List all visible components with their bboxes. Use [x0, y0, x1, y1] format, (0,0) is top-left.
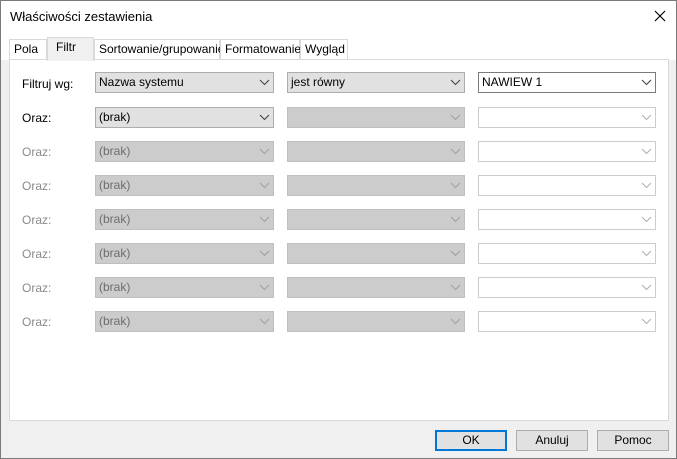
tab-pola[interactable]: Pola: [9, 39, 47, 60]
operator-select[interactable]: [287, 175, 465, 196]
tab-sortowanie[interactable]: Sortowanie/grupowanie: [94, 39, 224, 60]
operator-select[interactable]: [287, 209, 465, 230]
field-value: (brak): [99, 212, 131, 226]
chevron-down-icon: [641, 216, 652, 223]
chevron-down-icon: [450, 182, 461, 189]
chevron-down-icon: [450, 318, 461, 325]
chevron-down-icon: [641, 318, 652, 325]
filter-row-label: Oraz:: [22, 213, 52, 227]
field-select[interactable]: (brak): [95, 107, 274, 128]
chevron-down-icon: [641, 114, 652, 121]
value-select[interactable]: [478, 141, 656, 162]
cancel-button[interactable]: Anuluj: [516, 430, 588, 451]
field-value: (brak): [99, 178, 131, 192]
chevron-down-icon: [450, 79, 461, 86]
field-select[interactable]: (brak): [95, 175, 274, 196]
chevron-down-icon: [641, 284, 652, 291]
chevron-down-icon: [259, 182, 270, 189]
field-value: (brak): [99, 246, 131, 260]
button-bar: OK Anuluj Pomoc: [1, 421, 676, 458]
chevron-down-icon: [259, 250, 270, 257]
dialog-title: Właściwości zestawienia: [10, 9, 153, 24]
help-button[interactable]: Pomoc: [597, 430, 669, 451]
value-select[interactable]: NAWIEW 1: [478, 72, 656, 93]
chevron-down-icon: [259, 114, 270, 121]
field-value: (brak): [99, 144, 131, 158]
field-select[interactable]: (brak): [95, 277, 274, 298]
tab-label: Wygląd: [305, 42, 345, 56]
chevron-down-icon: [450, 148, 461, 155]
chevron-down-icon: [259, 216, 270, 223]
chevron-down-icon: [259, 148, 270, 155]
ok-button[interactable]: OK: [435, 430, 507, 451]
value-text: NAWIEW 1: [482, 75, 543, 89]
tab-strip: Pola Filtr Sortowanie/grupowanie Formato…: [1, 32, 676, 61]
tab-label: Sortowanie/grupowanie: [99, 42, 225, 56]
filter-row-label: Oraz:: [22, 111, 52, 125]
operator-select[interactable]: [287, 243, 465, 264]
field-select[interactable]: (brak): [95, 141, 274, 162]
tab-label: Formatowanie: [225, 42, 302, 56]
chevron-down-icon: [641, 250, 652, 257]
field-select[interactable]: (brak): [95, 311, 274, 332]
tab-wyglad[interactable]: Wygląd: [300, 39, 348, 60]
value-select[interactable]: [478, 243, 656, 264]
chevron-down-icon: [259, 284, 270, 291]
tab-label: Filtr: [56, 40, 76, 54]
chevron-down-icon: [641, 148, 652, 155]
chevron-down-icon: [450, 250, 461, 257]
value-select[interactable]: [478, 311, 656, 332]
field-select[interactable]: Nazwa systemu: [95, 72, 274, 93]
field-value: (brak): [99, 280, 131, 294]
close-icon: [654, 10, 666, 22]
title-bar: Właściwości zestawienia: [1, 1, 676, 32]
chevron-down-icon: [450, 114, 461, 121]
filter-panel: Filtruj wg: Nazwa systemu jest równy NAW…: [9, 59, 669, 421]
field-value: Nazwa systemu: [99, 75, 184, 89]
value-select[interactable]: [478, 277, 656, 298]
chevron-down-icon: [450, 216, 461, 223]
operator-select[interactable]: [287, 277, 465, 298]
filter-row-label: Oraz:: [22, 281, 52, 295]
filter-row-label: Oraz:: [22, 315, 52, 329]
tab-formatowanie[interactable]: Formatowanie: [220, 39, 302, 60]
tab-filtr[interactable]: Filtr: [47, 37, 94, 61]
chevron-down-icon: [259, 318, 270, 325]
operator-select[interactable]: jest równy: [287, 72, 465, 93]
filter-row-label: Oraz:: [22, 179, 52, 193]
dialog-window: Właściwości zestawienia Pola Filtr Sorto…: [0, 0, 677, 459]
value-select[interactable]: [478, 107, 656, 128]
chevron-down-icon: [641, 182, 652, 189]
filter-row-label: Oraz:: [22, 247, 52, 261]
field-select[interactable]: (brak): [95, 243, 274, 264]
operator-select[interactable]: [287, 141, 465, 162]
filter-row-label: Filtruj wg:: [22, 77, 74, 91]
chevron-down-icon: [259, 79, 270, 86]
field-value: (brak): [99, 110, 131, 124]
chevron-down-icon: [450, 284, 461, 291]
filter-row-label: Oraz:: [22, 145, 52, 159]
tab-label: Pola: [14, 42, 39, 56]
close-button[interactable]: [644, 1, 676, 31]
operator-select[interactable]: [287, 107, 465, 128]
value-select[interactable]: [478, 209, 656, 230]
operator-select[interactable]: [287, 311, 465, 332]
operator-value: jest równy: [291, 75, 346, 89]
field-select[interactable]: (brak): [95, 209, 274, 230]
chevron-down-icon: [641, 79, 652, 86]
field-value: (brak): [99, 314, 131, 328]
value-select[interactable]: [478, 175, 656, 196]
